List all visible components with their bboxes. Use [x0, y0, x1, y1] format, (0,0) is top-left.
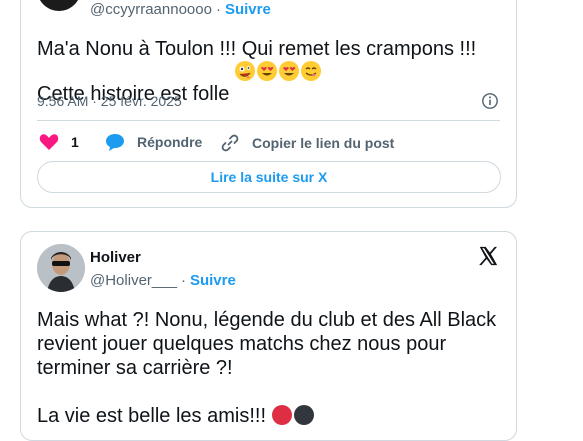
author-handle-row: @Holiver___ · Suivre	[90, 272, 236, 289]
red-circle-emoji-icon	[271, 405, 292, 425]
divider	[37, 120, 500, 121]
reply-label: Répondre	[137, 134, 203, 150]
avatar-photo-icon	[37, 244, 85, 292]
reply-bubble-icon	[106, 134, 124, 151]
like-button[interactable]: 1	[39, 133, 79, 151]
info-icon[interactable]	[481, 92, 499, 110]
avatar[interactable]	[37, 244, 85, 292]
tweet-actions: 1 Répondre Copier le lien du post	[37, 133, 507, 153]
tweet-body: Mais what ?! Nonu, légende du club et de…	[37, 309, 497, 427]
author-handle-row: @ccyyrraannoooo · Suivre	[90, 1, 271, 18]
yum-face-emoji-icon	[300, 61, 321, 81]
heart-eyes-emoji-icon	[256, 61, 277, 81]
read-more-button[interactable]: Lire la suite sur X	[37, 161, 501, 193]
copy-link-button[interactable]: Copier le lien du post	[220, 133, 394, 153]
heart-icon	[39, 134, 59, 150]
timestamp[interactable]: 9:56 AM · 25 févr. 2025	[37, 93, 182, 109]
author-handle[interactable]: @ccyyrraannoooo	[90, 1, 212, 18]
avatar[interactable]	[37, 0, 81, 11]
tweet-card: Holiver @Holiver___ · Suivre Mais what ?! …	[20, 231, 517, 441]
reply-button[interactable]: Répondre	[105, 133, 202, 151]
copy-link-label: Copier le lien du post	[252, 135, 395, 151]
link-icon	[221, 134, 239, 152]
author-name[interactable]: Holiver	[90, 249, 141, 266]
heart-eyes-emoji-icon	[278, 61, 299, 81]
tweet-text: Mais what ?! Nonu, légende du club et de…	[37, 308, 507, 428]
like-count: 1	[71, 134, 79, 150]
black-circle-emoji-icon	[293, 405, 314, 425]
follow-button[interactable]: Suivre	[190, 272, 236, 289]
separator: ·	[180, 272, 186, 289]
zany-face-emoji-icon	[234, 61, 255, 81]
tweet-card: @ccyyrraannoooo · Suivre Ma'a Nonu à Toulo…	[20, 0, 517, 208]
author-handle[interactable]: @Holiver___	[90, 272, 177, 289]
x-logo-icon[interactable]	[477, 245, 499, 267]
follow-button[interactable]: Suivre	[225, 1, 271, 18]
separator: ·	[215, 1, 221, 18]
